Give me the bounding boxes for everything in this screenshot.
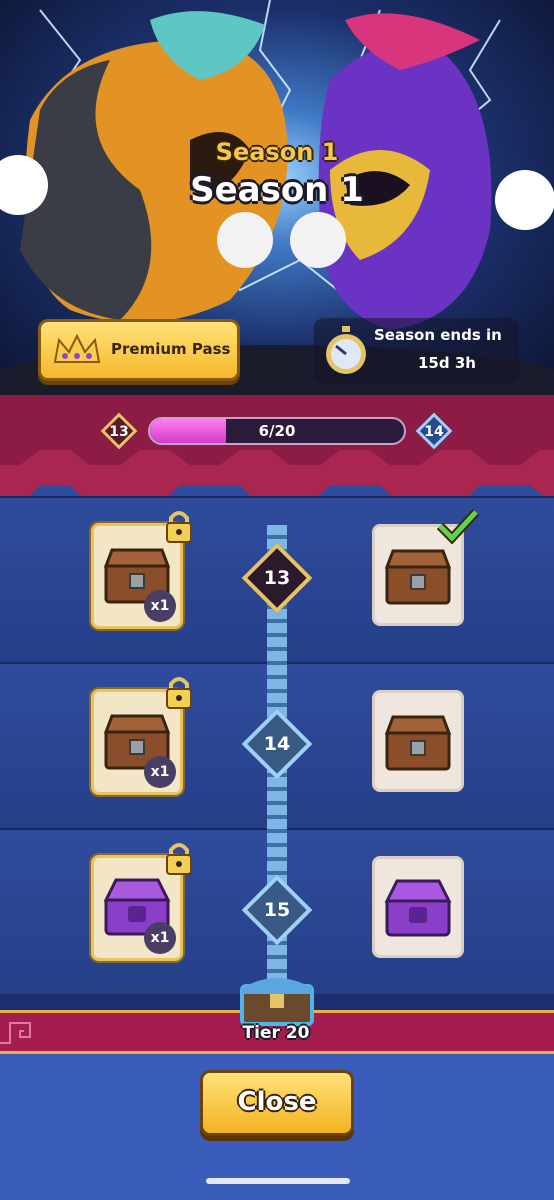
tier-number: 14 xyxy=(263,733,291,755)
tier-progress-text: 6/20 xyxy=(258,422,296,440)
season-ends-value: 15d 3h xyxy=(418,354,476,372)
free-reward-card[interactable] xyxy=(372,690,464,792)
crown-icon xyxy=(53,333,101,363)
current-tier-number: 13 xyxy=(109,424,129,440)
padlock-icon xyxy=(164,840,194,880)
padlock-icon xyxy=(164,508,194,548)
wooden-chest-icon xyxy=(384,549,452,605)
tier-progress-bar: 6/20 xyxy=(148,417,406,445)
close-button[interactable]: Close xyxy=(200,1070,354,1136)
purple-chest-icon xyxy=(384,879,452,937)
home-indicator xyxy=(206,1178,350,1184)
close-button-label: Close xyxy=(237,1087,317,1117)
season-title: Season 1 xyxy=(190,170,364,210)
final-tier-label: Tier 20 xyxy=(242,1023,310,1043)
premium-pass-label: Premium Pass xyxy=(111,340,231,358)
free-reward-card[interactable] xyxy=(372,856,464,958)
reward-count-badge: x1 xyxy=(144,922,176,954)
stopwatch-icon xyxy=(326,326,366,374)
premium-pass-button[interactable]: Premium Pass xyxy=(38,319,240,381)
season-timer: Season ends in 15d 3h xyxy=(314,318,519,384)
tier-number: 15 xyxy=(263,899,291,921)
season-ends-label: Season ends in xyxy=(374,326,502,344)
reward-count-badge: x1 xyxy=(144,756,176,788)
orange-creature xyxy=(0,11,288,323)
season-hero-banner: Season 1 Season 1 Premium Pass Season en… xyxy=(0,0,554,395)
reward-count-badge: x1 xyxy=(144,590,176,622)
next-tier-number: 14 xyxy=(424,424,444,440)
tier-number: 13 xyxy=(263,567,291,589)
padlock-icon xyxy=(164,674,194,714)
checkmark-icon xyxy=(436,508,480,548)
final-chest-icon xyxy=(240,978,314,1026)
wooden-chest-icon xyxy=(384,715,452,771)
season-subtitle: Season 1 xyxy=(215,138,339,166)
